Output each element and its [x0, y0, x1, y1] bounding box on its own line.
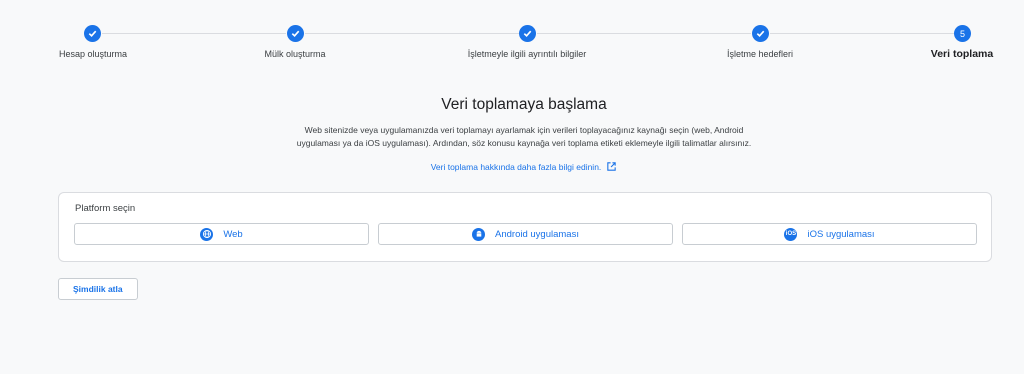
android-platform-button[interactable]: Android uygulaması: [378, 223, 673, 245]
android-platform-label: Android uygulaması: [495, 228, 579, 240]
step-5-number: 5: [954, 25, 971, 42]
step-3-check-icon: [519, 25, 536, 42]
description-line-2: uygulaması ya da iOS uygulaması). Ardınd…: [296, 138, 752, 148]
step-connector: [537, 33, 751, 34]
ios-icon: iOS: [784, 227, 798, 241]
ios-platform-button[interactable]: iOS iOS uygulaması: [682, 223, 977, 245]
page-description: Web sitenizde veya uygulamanızda veri to…: [262, 124, 786, 150]
step-1-label: Hesap oluşturma: [58, 49, 128, 59]
step-4-label: İşletme hedefleri: [726, 49, 794, 59]
learn-more-link[interactable]: Veri toplama hakkında daha fazla bilgi e…: [431, 162, 602, 172]
step-2-check-icon: [287, 25, 304, 42]
description-line-1: Web sitenizde veya uygulamanızda veri to…: [304, 125, 744, 135]
step-3-label: İşletmeyle ilgili ayrıntılı bilgiler: [467, 49, 587, 59]
step-5-label: Veri toplama: [930, 48, 994, 60]
skip-button[interactable]: Şimdilik atla: [58, 278, 138, 300]
web-platform-button[interactable]: Web: [74, 223, 369, 245]
step-connector: [770, 33, 954, 34]
android-icon: [472, 227, 486, 241]
step-2-label: Mülk oluşturma: [264, 49, 326, 59]
platform-card: Platform seçin Web Android uygulaması iO…: [58, 192, 992, 262]
stepper: Hesap oluşturma Mülk oluşturma İşletmeyl…: [0, 0, 1024, 70]
web-platform-label: Web: [223, 228, 243, 240]
learn-more-link-row: Veri toplama hakkında daha fazla bilgi e…: [0, 161, 1024, 172]
step-4-check-icon: [752, 25, 769, 42]
page-title: Veri toplamaya başlama: [441, 96, 607, 113]
ios-platform-label: iOS uygulaması: [807, 228, 875, 240]
external-link-icon[interactable]: [606, 161, 617, 172]
platform-label: Platform seçin: [75, 203, 136, 214]
globe-icon: [200, 227, 214, 241]
step-1-check-icon: [84, 25, 101, 42]
step-connector: [102, 33, 286, 34]
step-connector: [305, 33, 519, 34]
